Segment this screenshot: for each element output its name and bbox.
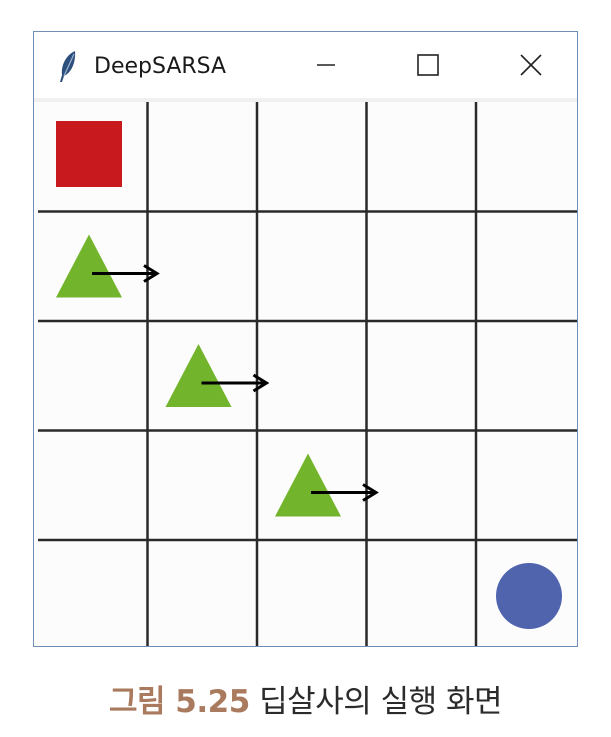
grid-world: [38, 102, 577, 646]
minimize-icon: [317, 64, 335, 66]
close-icon: [520, 54, 542, 76]
figure-label: 그림 5.25: [108, 684, 250, 720]
grid-canvas: [38, 102, 577, 646]
red-rectangle-agent: [56, 121, 122, 187]
window-title: DeepSARSA: [94, 54, 227, 79]
figure-caption: 그림 5.25 딥살사의 실행 화면: [0, 676, 611, 721]
green-triangle-obstacle: [165, 344, 232, 407]
maximize-icon: [417, 54, 439, 76]
green-triangle-obstacle: [275, 453, 341, 517]
green-triangle-obstacle: [56, 234, 122, 298]
title-bar[interactable]: DeepSARSA: [34, 32, 577, 102]
figure-description: 딥살사의 실행 화면: [259, 684, 503, 720]
maximize-button[interactable]: [397, 32, 457, 98]
close-button[interactable]: [501, 32, 561, 98]
minimize-button[interactable]: [296, 32, 356, 98]
blue-circle-goal: [496, 563, 562, 629]
feather-icon: [60, 51, 76, 82]
deepsarsa-window: DeepSARSA: [33, 31, 578, 647]
